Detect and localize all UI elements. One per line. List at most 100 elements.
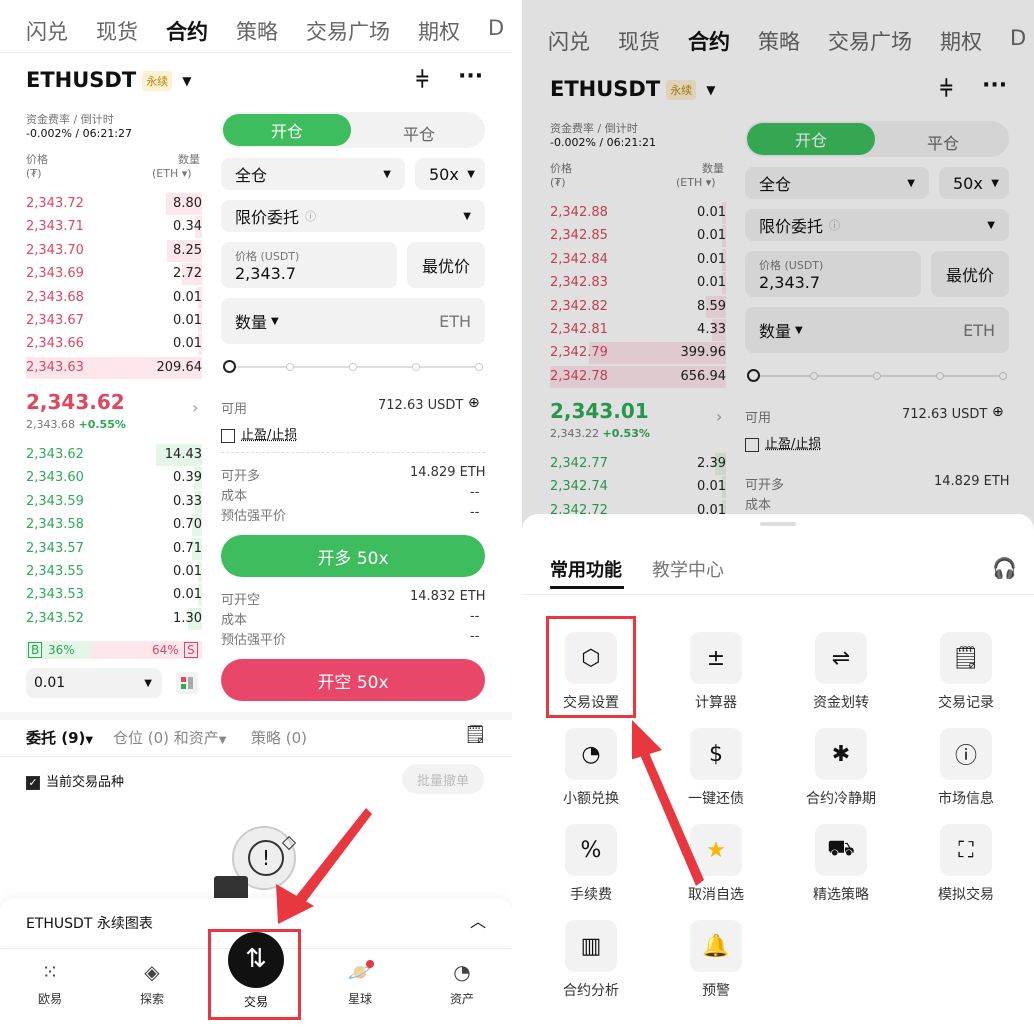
order-qty: 2.72 bbox=[173, 266, 202, 282]
info-icon[interactable]: ⓘ bbox=[940, 728, 992, 780]
order-price: 2,343.72 bbox=[26, 196, 84, 211]
tab-positions[interactable]: 仓位 (0) 和资产▼ bbox=[113, 727, 227, 748]
ask-row[interactable]: 2,343.63 209.64 bbox=[26, 356, 202, 379]
tab-spot[interactable]: 现货 bbox=[96, 16, 138, 46]
tpsl-label: 止盈/止损 bbox=[241, 428, 298, 443]
ask-row[interactable]: 2,343.66 0.01 bbox=[26, 333, 202, 356]
best-price-button[interactable]: 最优价 bbox=[407, 242, 485, 288]
trade-history-icon[interactable]: 🗒 bbox=[940, 632, 992, 684]
depth-select[interactable]: 0.01 ▼ bbox=[26, 668, 162, 698]
nav-home[interactable]: ⁙ 欧易 bbox=[20, 960, 80, 1007]
demo-trading-icon[interactable]: ⛶ bbox=[940, 824, 992, 876]
order-history-icon[interactable]: 🗒 bbox=[464, 724, 487, 745]
function-label[interactable]: 计算器 bbox=[661, 692, 771, 712]
ask-row[interactable]: 2,343.68 0.01 bbox=[26, 286, 202, 309]
price-input[interactable]: 价格 (USDT) 2,343.7 bbox=[221, 242, 397, 288]
strategy-cart-icon[interactable]: ⛟ bbox=[815, 824, 867, 876]
orderbook-layout-icon[interactable] bbox=[176, 672, 198, 694]
okx-logo-icon: ⁙ bbox=[41, 960, 59, 984]
small-exchange-icon[interactable]: ◔ bbox=[565, 728, 617, 780]
analysis-chart-icon[interactable]: ▥ bbox=[565, 920, 617, 972]
headset-icon[interactable]: 🎧 bbox=[992, 556, 1017, 580]
function-label[interactable]: 交易记录 bbox=[911, 692, 1021, 712]
nav-assets[interactable]: ◔ 资产 bbox=[432, 960, 492, 1007]
cooldown-icon[interactable]: ✱ bbox=[815, 728, 867, 780]
function-label[interactable]: 预警 bbox=[661, 980, 771, 1000]
function-label[interactable]: 合约分析 bbox=[536, 980, 646, 1000]
qty-slider[interactable] bbox=[223, 360, 485, 374]
order-price: 2,343.70 bbox=[26, 242, 84, 258]
close-tab[interactable]: 平仓 bbox=[355, 121, 483, 145]
open-tab[interactable]: 开仓 bbox=[223, 114, 351, 146]
bid-row[interactable]: 2,343.53 0.01 bbox=[26, 584, 202, 607]
bid-row[interactable]: 2,343.62 14.43 bbox=[26, 444, 202, 466]
ask-row[interactable]: 2,343.72 8.80 bbox=[26, 193, 202, 215]
function-label[interactable]: 合约冷静期 bbox=[786, 788, 896, 808]
fee-percent-icon[interactable]: % bbox=[565, 824, 617, 876]
qty-input[interactable]: 数量 ▼ ETH bbox=[221, 298, 485, 344]
ask-row[interactable]: 2,343.69 2.72 bbox=[26, 263, 202, 286]
add-funds-icon[interactable]: ⊕ bbox=[468, 395, 480, 411]
bid-row[interactable]: 2,343.52 1.30 bbox=[26, 607, 202, 630]
price-change: +0.55% bbox=[78, 418, 126, 431]
qty-label: 数量 bbox=[235, 313, 268, 332]
tpsl-checkbox[interactable]: 止盈/止损 bbox=[221, 424, 297, 443]
tab-strategy[interactable]: 策略 bbox=[236, 16, 278, 46]
slider-handle[interactable] bbox=[223, 360, 236, 373]
tab-common-functions[interactable]: 常用功能 bbox=[550, 556, 622, 582]
tab-futures[interactable]: 合约 bbox=[166, 16, 208, 46]
candlestick-icon[interactable]: ⫩ bbox=[416, 68, 429, 93]
liq-value: -- bbox=[470, 505, 480, 520]
bell-icon[interactable]: 🔔 bbox=[690, 920, 742, 972]
tab-square[interactable]: 交易广场 bbox=[306, 16, 390, 46]
chevron-down-icon: ▼ bbox=[218, 735, 227, 746]
margin-mode-select[interactable]: 全仓 ▼ bbox=[221, 158, 405, 190]
more-icon[interactable]: ··· bbox=[458, 64, 483, 89]
ask-row[interactable]: 2,343.70 8.25 bbox=[26, 239, 202, 262]
function-label[interactable]: 市场信息 bbox=[911, 788, 1021, 808]
bid-row[interactable]: 2,343.60 0.39 bbox=[26, 467, 202, 490]
tab-flash[interactable]: 闪兑 bbox=[26, 16, 68, 46]
function-label[interactable]: 小额兑换 bbox=[536, 788, 646, 808]
liq-label: 预估强平价 bbox=[221, 509, 287, 524]
tab-strategy-orders[interactable]: 策略 (0) bbox=[251, 727, 307, 748]
info-icon[interactable]: ⓘ bbox=[305, 208, 316, 224]
order-type-select[interactable]: 限价委托 ⓘ ▼ bbox=[221, 200, 485, 232]
order-price: 2,343.66 bbox=[26, 336, 84, 352]
nav-planet-label: 星球 bbox=[347, 992, 372, 1006]
qty-unit[interactable]: (ETH ▾) bbox=[152, 167, 192, 180]
open-long-button[interactable]: 开多 50x bbox=[221, 535, 485, 577]
order-type: 限价委托 bbox=[235, 208, 300, 227]
drag-handle[interactable] bbox=[760, 522, 796, 526]
checkbox-icon bbox=[221, 428, 235, 443]
cost-value: -- bbox=[470, 485, 480, 500]
bid-row[interactable]: 2,343.55 0.01 bbox=[26, 561, 202, 583]
transfer-icon[interactable]: ⇌ bbox=[815, 632, 867, 684]
ask-row[interactable]: 2,343.67 0.01 bbox=[26, 310, 202, 332]
highlight-box-trade bbox=[208, 929, 301, 1020]
function-label[interactable]: 模拟交易 bbox=[911, 884, 1021, 904]
function-label[interactable]: 精选策略 bbox=[786, 884, 896, 904]
nav-planet[interactable]: 🪐 星球 bbox=[330, 960, 390, 1007]
ask-row[interactable]: 2,343.71 0.34 bbox=[26, 216, 202, 239]
bid-row[interactable]: 2,343.58 0.70 bbox=[26, 514, 202, 537]
leverage-select[interactable]: 50x ▼ bbox=[415, 158, 485, 190]
batch-cancel-button[interactable]: 批量撤单 bbox=[402, 764, 484, 794]
calculator-icon[interactable]: ± bbox=[690, 632, 742, 684]
tab-more[interactable]: D bbox=[488, 16, 504, 46]
chevron-up-icon[interactable]: ︿ bbox=[470, 908, 486, 932]
positions-tab-label: 仓位 (0) 和资产 bbox=[113, 729, 219, 747]
nav-explore[interactable]: ◈ 探索 bbox=[122, 960, 182, 1007]
tab-options[interactable]: 期权 bbox=[418, 16, 460, 46]
open-short-button[interactable]: 开空 50x bbox=[221, 659, 485, 701]
planet-icon: 🪐 bbox=[347, 960, 373, 984]
tab-tutorial-center[interactable]: 教学中心 bbox=[652, 556, 724, 582]
bid-row[interactable]: 2,343.59 0.33 bbox=[26, 490, 202, 513]
symbol-selector[interactable]: ETHUSDT 永续 ▼ bbox=[26, 68, 191, 92]
current-pair-filter[interactable]: ✓ 当前交易品种 bbox=[26, 771, 124, 790]
function-label[interactable]: 手续费 bbox=[536, 884, 646, 904]
tab-orders[interactable]: 委托 (9)▼ bbox=[26, 727, 93, 748]
chevron-right-icon[interactable]: › bbox=[192, 398, 198, 417]
bid-row[interactable]: 2,343.57 0.71 bbox=[26, 537, 202, 560]
function-label[interactable]: 资金划转 bbox=[786, 692, 896, 712]
